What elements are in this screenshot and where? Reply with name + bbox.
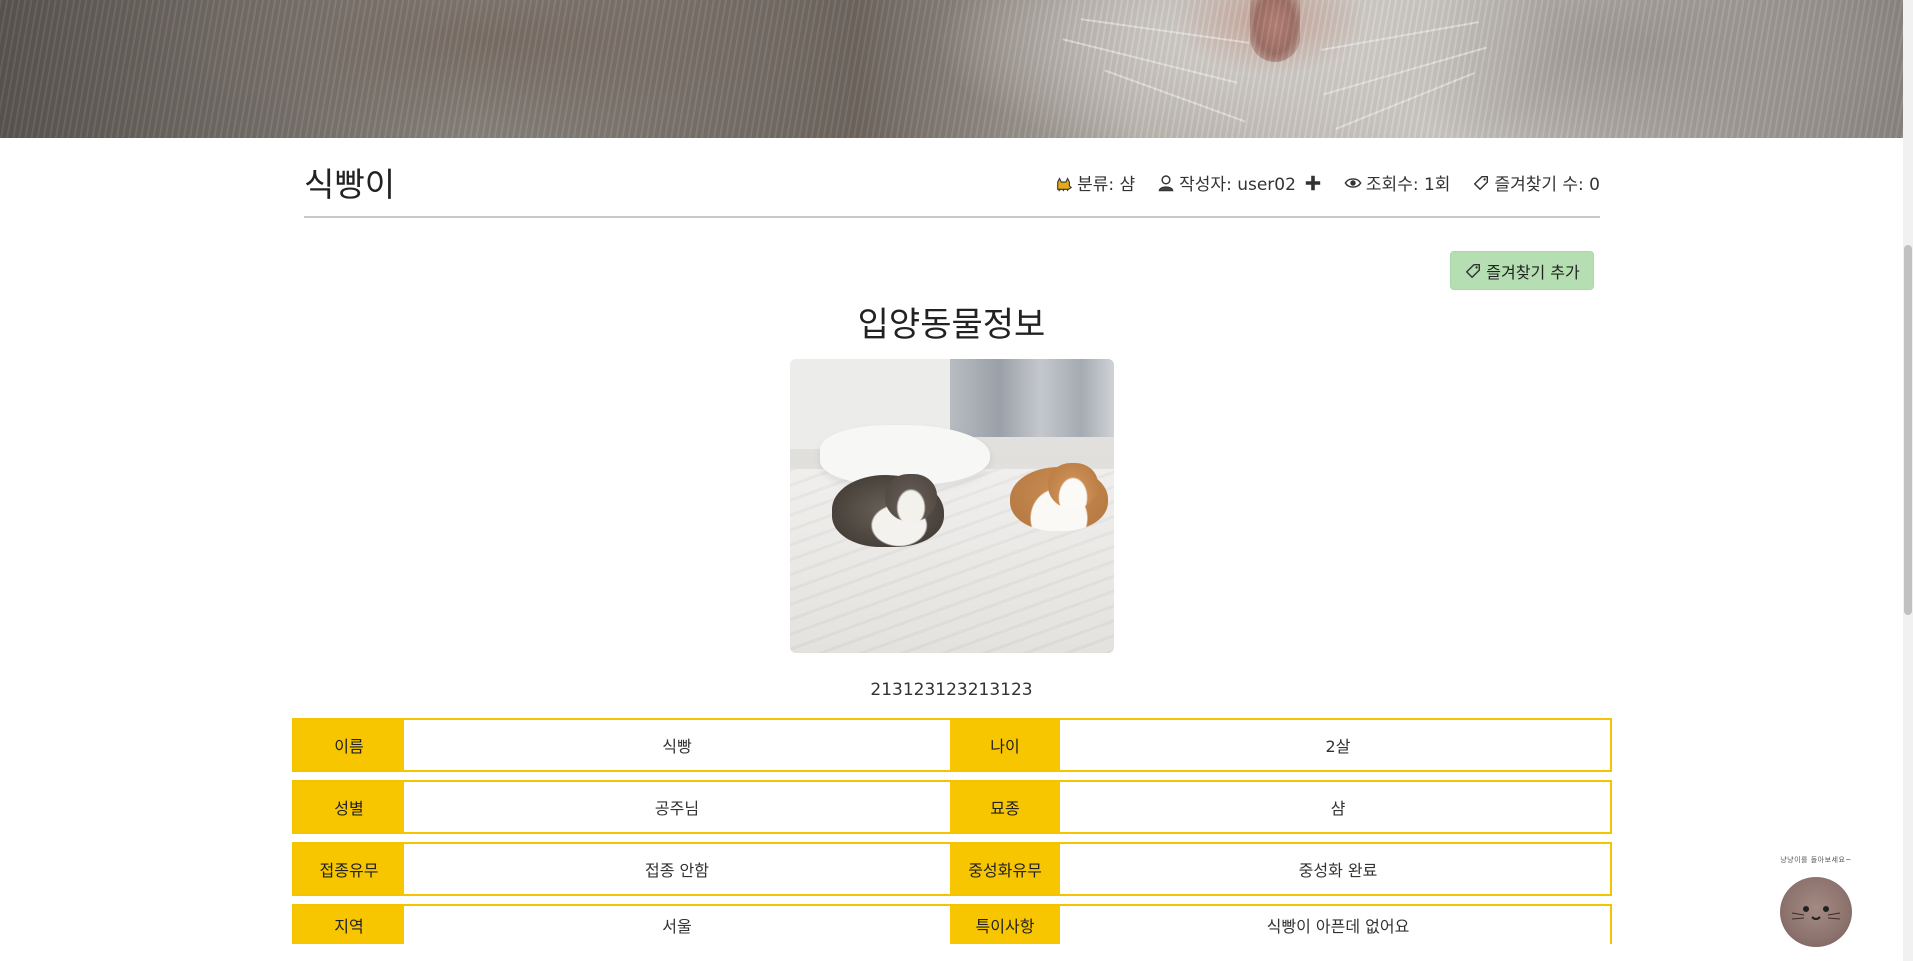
table-row: 지역 서울 특이사항 식빵이 아픈데 없어요 — [292, 904, 1612, 944]
section-title: 입양동물정보 — [857, 305, 1046, 345]
cat-icon — [1057, 176, 1073, 191]
meta-favorites-text: 즐겨찾기 수: 0 — [1494, 175, 1600, 195]
whisker — [1321, 21, 1479, 51]
value-vaccination: 접종 안함 — [645, 861, 709, 880]
add-favorite-label: 즐겨찾기 추가 — [1486, 262, 1580, 282]
meta-views: 조회수: 1회 — [1344, 170, 1451, 195]
pet-info-table: 이름 식빵 나이 2살 성별 공주님 묘종 샴 접종유무 접종 안함 중성화유무… — [292, 718, 1612, 952]
mascot-caption: 냥냥이를 돌아보세요~ — [1780, 856, 1852, 864]
tabby-cat-head — [885, 474, 937, 522]
whisker — [1323, 46, 1487, 96]
table-row: 접종유무 접종 안함 중성화유무 중성화 완료 — [292, 842, 1612, 896]
meta-category-text: 분류: 샴 — [1077, 175, 1136, 195]
label-notes: 특이사항 — [950, 906, 1060, 944]
photo-curtain — [950, 359, 1114, 437]
meta-views-text: 조회수: 1회 — [1365, 175, 1451, 195]
label-vaccination: 접종유무 — [294, 844, 404, 894]
value-breed: 샴 — [1330, 799, 1346, 818]
orange-cat-head — [1048, 463, 1098, 509]
value-gender: 공주님 — [654, 799, 700, 818]
scrollbar-thumb[interactable] — [1904, 245, 1912, 615]
whisker — [1080, 18, 1250, 44]
value-name: 식빵 — [662, 737, 692, 756]
add-favorite-button[interactable]: 즐겨찾기 추가 — [1450, 251, 1594, 290]
cat-nose — [1250, 0, 1300, 62]
value-region: 서울 — [662, 917, 692, 936]
table-row: 성별 공주님 묘종 샴 — [292, 780, 1612, 834]
user-icon — [1158, 174, 1174, 191]
page-scrollbar[interactable] — [1903, 0, 1913, 961]
label-gender: 성별 — [294, 782, 404, 832]
post-header: 식빵이 분류: 샴 작성자: user02 조회수: 1회 즐겨찾기 수: 0 — [304, 152, 1600, 218]
meta-author-text: 작성자: user02 — [1179, 175, 1296, 195]
value-age: 2살 — [1325, 737, 1351, 756]
whisker — [1062, 38, 1238, 84]
label-name: 이름 — [294, 720, 404, 770]
value-neutered: 중성화 완료 — [1298, 861, 1378, 880]
label-age: 나이 — [950, 720, 1060, 770]
post-meta: 분류: 샴 작성자: user02 조회수: 1회 즐겨찾기 수: 0 — [1055, 170, 1600, 195]
mascot-floating-button[interactable]: 냥냥이를 돌아보세요~ — [1770, 855, 1860, 955]
meta-favorites: 즐겨찾기 수: 0 — [1472, 170, 1600, 195]
page-title: 식빵이 — [304, 165, 396, 204]
whisker — [1104, 69, 1246, 123]
table-row: 이름 식빵 나이 2살 — [292, 718, 1612, 772]
meta-category: 분류: 샴 — [1055, 170, 1135, 195]
bookmark-tag-icon — [1466, 263, 1481, 278]
pet-description: 213123123213123 — [870, 680, 1033, 700]
eye-icon — [1344, 177, 1362, 188]
label-neutered: 중성화유무 — [950, 844, 1060, 894]
mascot-face-icon — [1780, 877, 1852, 947]
value-notes: 식빵이 아픈데 없어요 — [1266, 917, 1410, 936]
meta-author: 작성자: user02 — [1157, 170, 1322, 195]
bookmark-tag-icon — [1474, 175, 1489, 190]
plus-icon[interactable] — [1304, 174, 1322, 192]
mascot-features-icon — [1791, 906, 1841, 920]
label-region: 지역 — [294, 906, 404, 944]
label-breed: 묘종 — [950, 782, 1060, 832]
hero-banner-image — [0, 0, 1903, 138]
whisker — [1335, 71, 1475, 131]
pet-photo — [790, 359, 1114, 653]
